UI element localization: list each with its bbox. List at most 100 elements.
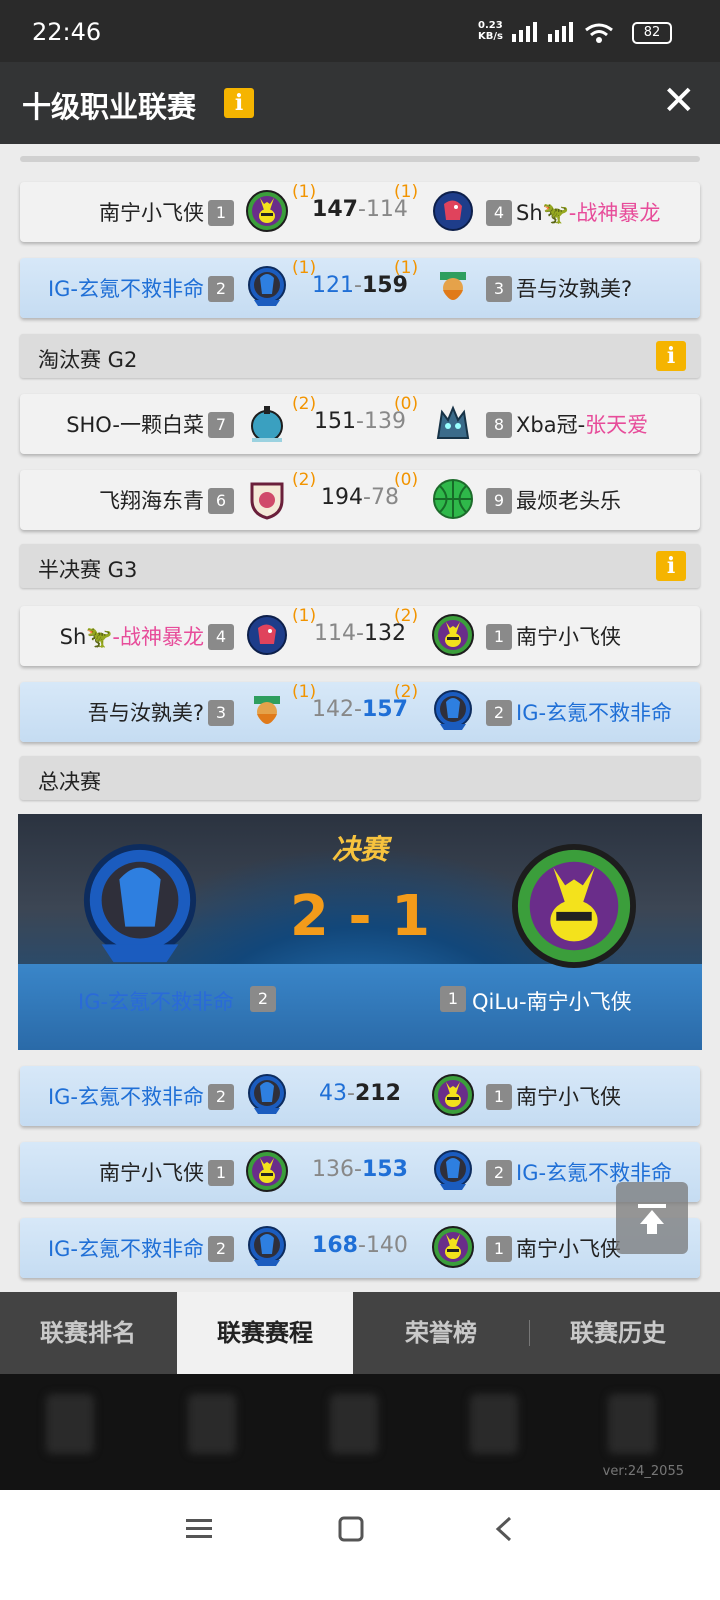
left-team-name: 飞翔海东青: [99, 489, 204, 513]
tab-league-ranking[interactable]: 联赛排名: [0, 1292, 176, 1374]
right-seed-badge: 3: [486, 276, 512, 302]
right-seed-badge: 9: [486, 488, 512, 514]
app-header: 十级职业联赛 i ✕: [0, 62, 720, 144]
nav-item-blurred[interactable]: [470, 1394, 518, 1454]
left-team-name: IG-玄氪不救非命: [47, 1237, 204, 1261]
right-wins: (0): [394, 394, 419, 414]
info-icon[interactable]: i: [224, 88, 254, 118]
dinosaur-icon: 🦖: [542, 201, 569, 225]
bunny-logo-icon: [432, 614, 474, 656]
nav-item-blurred[interactable]: [46, 1394, 94, 1454]
section-edge: [20, 156, 700, 162]
left-seed-badge: 3: [208, 700, 234, 726]
network-speed: 0.23 KB/s: [478, 20, 503, 42]
match-row[interactable]: 飞翔海东青 6 (2) 194-78 (0) 9 最烦老头乐: [20, 470, 700, 530]
left-team-name: IG-玄氪不救非命: [47, 1085, 204, 1109]
right-seed-badge: 2: [486, 1160, 512, 1186]
close-button[interactable]: ✕: [662, 78, 696, 124]
blue-dragon-logo-icon: [246, 1074, 288, 1116]
bunny-logo-icon: [432, 1226, 474, 1268]
match-row[interactable]: Sh🦖-战神暴龙 4 (1) 114-132 (2) 1 南宁小飞侠: [20, 606, 700, 666]
bunny-logo-icon: [246, 1150, 288, 1192]
right-wins: (1): [394, 258, 419, 278]
section-header-g3: 半决赛 G3 i: [20, 544, 700, 588]
nav-item-blurred[interactable]: [330, 1394, 378, 1454]
left-seed-badge: 2: [208, 1084, 234, 1110]
right-team-name: 南宁小飞侠: [516, 1237, 621, 1261]
blue-dragon-logo-icon: [432, 1150, 474, 1192]
left-team-name: 吾与汝孰美?: [87, 701, 204, 725]
final-game-row[interactable]: 南宁小飞侠 1 136-153 2 IG-玄氪不救非命: [20, 1142, 700, 1202]
dragon-red-logo-icon: [432, 190, 474, 232]
arrow-up-icon: [638, 1204, 666, 1234]
nav-item-blurred[interactable]: [188, 1394, 236, 1454]
final-left-team: IG-玄氪不救非命: [78, 990, 235, 1014]
match-row[interactable]: SHO-一颗白菜 7 (2) 151-139 (0) 8 Xba冠-张天爱: [20, 394, 700, 454]
left-seed-badge: 7: [208, 412, 234, 438]
bearded-warrior-logo-icon: [432, 266, 474, 308]
match-score: 168-140: [312, 1233, 408, 1258]
bottom-tab-bar: 联赛排名 联赛赛程 荣誉榜 联赛历史: [0, 1292, 720, 1374]
monster-logo-icon: [432, 402, 474, 444]
basketball-logo-icon: [432, 478, 474, 520]
match-row[interactable]: 南宁小飞侠 1 (1) 147-114 (1) 4 Sh🦖-战神暴龙: [20, 182, 700, 242]
left-team-name: Sh🦖-战神暴龙: [59, 625, 204, 649]
right-seed-badge: 8: [486, 412, 512, 438]
system-nav-bar: [0, 1490, 720, 1600]
right-wins: (0): [394, 470, 419, 490]
section-title: 淘汰赛 G2: [38, 348, 138, 372]
home-icon[interactable]: [338, 1516, 364, 1542]
battery-indicator: 82: [632, 22, 672, 44]
app-bottom-nav: ver:24_2055: [0, 1374, 720, 1490]
final-game-row[interactable]: IG-玄氪不救非命 2 43-212 1 南宁小飞侠: [20, 1066, 700, 1126]
right-seed-badge: 1: [486, 1084, 512, 1110]
scroll-to-top-button[interactable]: [616, 1182, 688, 1254]
match-row[interactable]: IG-玄氪不救非命 2 (1) 121-159 (1) 3 吾与汝孰美?: [20, 258, 700, 318]
info-icon[interactable]: i: [656, 551, 686, 581]
left-seed-badge: 2: [250, 986, 276, 1012]
section-title: 总决赛: [38, 770, 101, 794]
tab-honor-roll[interactable]: 荣誉榜: [353, 1292, 529, 1374]
back-icon[interactable]: [494, 1516, 514, 1542]
bomb-logo-icon: [246, 402, 288, 444]
right-seed-badge: 4: [486, 200, 512, 226]
right-seed-badge: 2: [486, 700, 512, 726]
right-team-name: Xba冠-张天爱: [516, 413, 649, 437]
bunny-logo-icon: [246, 190, 288, 232]
left-team-name: 南宁小飞侠: [99, 1161, 204, 1185]
schedule-content: 南宁小飞侠 1 (1) 147-114 (1) 4 Sh🦖-战神暴龙 IG-玄氪…: [0, 144, 720, 1318]
right-seed-badge: 1: [440, 986, 466, 1012]
left-seed-badge: 6: [208, 488, 234, 514]
left-seed-badge: 2: [208, 276, 234, 302]
blue-dragon-logo-icon: [246, 1226, 288, 1268]
nav-item-blurred[interactable]: [608, 1394, 656, 1454]
bearded-warrior-logo-icon: [246, 690, 288, 732]
menu-icon[interactable]: [186, 1516, 212, 1542]
section-header-final: 总决赛: [20, 756, 700, 800]
signal-icon: [512, 22, 537, 42]
page-title: 十级职业联赛: [22, 90, 197, 124]
right-team-name: 南宁小飞侠: [516, 1085, 621, 1109]
match-score: 43-212: [319, 1081, 401, 1106]
blue-dragon-logo-icon: [432, 690, 474, 732]
info-icon[interactable]: i: [656, 341, 686, 371]
tab-league-schedule[interactable]: 联赛赛程: [177, 1292, 353, 1374]
tab-league-history[interactable]: 联赛历史: [530, 1292, 706, 1374]
final-banner[interactable]: 决赛 2 - 1 IG-玄氪不救非命 2 1 QiLu-南宁小飞侠: [18, 814, 702, 1050]
wifi-icon: [585, 23, 613, 43]
left-team-name: IG-玄氪不救非命: [47, 277, 204, 301]
bunny-logo-icon: [512, 844, 636, 968]
final-right-team: QiLu-南宁小飞侠: [472, 990, 632, 1014]
right-seed-badge: 1: [486, 1236, 512, 1262]
match-row[interactable]: 吾与汝孰美? 3 (1) 142-157 (2) 2 IG-玄氪不救非命: [20, 682, 700, 742]
right-wins: (2): [394, 606, 419, 626]
signal-icon-2: [548, 22, 573, 42]
section-header-g2: 淘汰赛 G2 i: [20, 334, 700, 378]
left-seed-badge: 2: [208, 1236, 234, 1262]
right-team-name: Sh🦖-战神暴龙: [516, 201, 661, 225]
final-game-row[interactable]: IG-玄氪不救非命 2 168-140 1 南宁小飞侠: [20, 1218, 700, 1278]
left-seed-badge: 1: [208, 200, 234, 226]
right-team-name: 南宁小飞侠: [516, 625, 621, 649]
left-team-name: SHO-一颗白菜: [66, 413, 204, 437]
left-team-name: 南宁小飞侠: [99, 201, 204, 225]
